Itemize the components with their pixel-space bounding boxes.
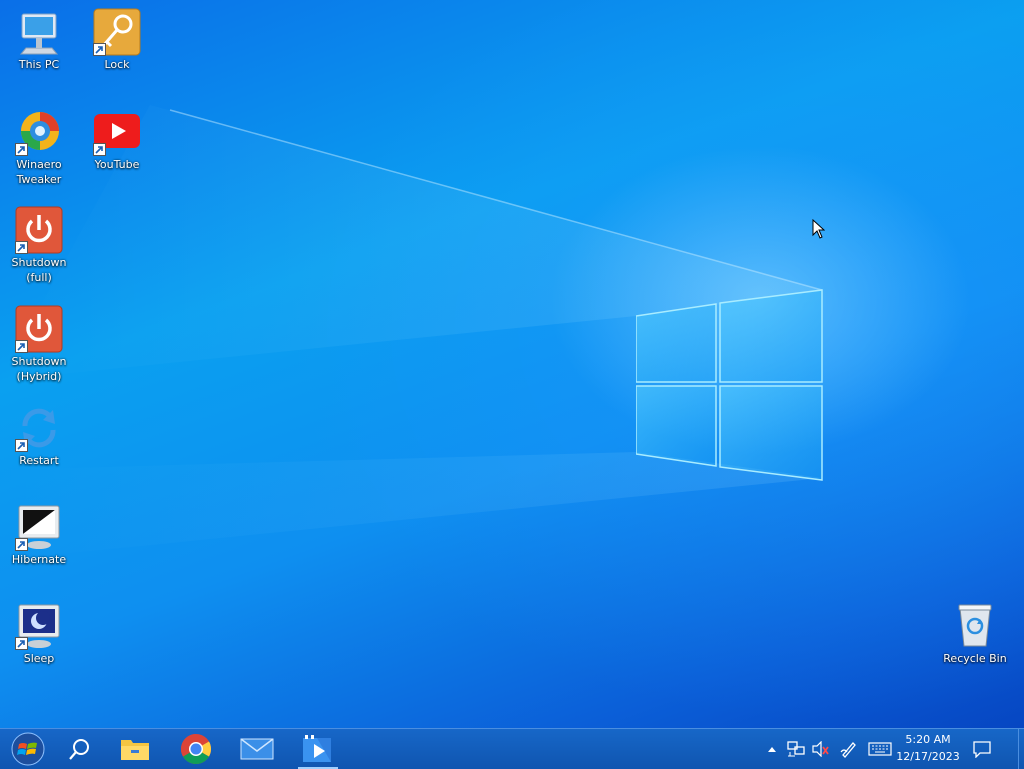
desktop-icon-label: Recycle Bin (943, 652, 1007, 665)
taskbar-file-explorer[interactable] (107, 729, 163, 769)
key-icon (93, 8, 141, 56)
windows-logo (636, 289, 823, 481)
desktop-icon-label: YouTube (94, 158, 140, 171)
shortcut-arrow-icon (93, 143, 106, 156)
clock-time: 5:20 AM (905, 733, 951, 746)
desktop-icon-label: Restart (19, 454, 59, 467)
desktop-icon-hibernate[interactable]: Hibernate (0, 503, 78, 567)
mail-icon (240, 738, 274, 760)
shortcut-arrow-icon (15, 439, 28, 452)
desktop-icon-sleep[interactable]: Sleep (0, 602, 78, 666)
taskbar-media-player[interactable] (290, 729, 346, 769)
desktop-icon-label: Hibernate (11, 553, 67, 566)
network-tray-button[interactable] (785, 729, 807, 769)
shortcut-arrow-icon (93, 43, 106, 56)
show-desktop-button[interactable] (1018, 729, 1024, 769)
desktop-icon-label: Sleep (23, 652, 55, 665)
desktop[interactable]: This PC Lock Winaero Tweaker YouTube Shu… (0, 0, 1024, 728)
network-icon (787, 741, 805, 757)
desktop-icon-recycle-bin[interactable]: Recycle Bin (936, 602, 1014, 666)
chrome-icon (180, 734, 212, 765)
winaero-tweaker-icon (15, 108, 63, 156)
notification-icon (973, 741, 991, 758)
desktop-icon-label: Shutdown (full) (11, 256, 67, 284)
taskbar-chrome[interactable] (168, 729, 224, 769)
media-player-icon (303, 735, 331, 762)
keyboard-icon (868, 742, 892, 756)
desktop-icon-winaero-tweaker[interactable]: Winaero Tweaker (0, 108, 78, 187)
hibernate-icon (15, 503, 63, 551)
start-button[interactable] (0, 729, 56, 769)
search-button[interactable] (52, 729, 108, 769)
desktop-icon-shutdown-hybrid[interactable]: Shutdown (Hybrid) (0, 305, 78, 384)
clock-date: 12/17/2023 (896, 750, 960, 763)
power-icon (15, 305, 63, 353)
pen-icon (840, 742, 856, 758)
recycle-bin-icon (951, 602, 999, 650)
desktop-icon-youtube[interactable]: YouTube (78, 108, 156, 172)
restart-icon (15, 404, 63, 452)
show-hidden-icons-button[interactable] (764, 729, 780, 769)
taskbar-mail[interactable] (229, 729, 285, 769)
desktop-icon-label: This PC (18, 58, 60, 71)
desktop-icon-label: Winaero Tweaker (16, 158, 62, 186)
shortcut-arrow-icon (15, 637, 28, 650)
shortcut-arrow-icon (15, 143, 28, 156)
taskbar: 5:20 AM 12/17/2023 (0, 728, 1024, 769)
search-icon (69, 739, 89, 760)
mouse-cursor (812, 219, 825, 239)
sleep-icon (15, 602, 63, 650)
shortcut-arrow-icon (15, 340, 28, 353)
desktop-icon-shutdown-full[interactable]: Shutdown (full) (0, 206, 78, 285)
desktop-icon-this-pc[interactable]: This PC (0, 8, 78, 72)
action-center-button[interactable] (968, 729, 996, 769)
shortcut-arrow-icon (15, 241, 28, 254)
desktop-icon-label: Shutdown (Hybrid) (11, 355, 67, 383)
this-pc-icon (15, 8, 63, 56)
start-orb-icon (11, 732, 45, 766)
desktop-icon-label: Lock (104, 58, 130, 71)
clock[interactable]: 5:20 AM 12/17/2023 (890, 731, 966, 767)
power-icon (15, 206, 63, 254)
youtube-icon (93, 108, 141, 156)
chevron-up-icon (768, 747, 776, 752)
volume-tray-button[interactable] (810, 729, 832, 769)
shortcut-arrow-icon (15, 538, 28, 551)
file-explorer-icon (121, 740, 149, 760)
desktop-icon-restart[interactable]: Restart (0, 404, 78, 468)
desktop-icon-lock[interactable]: Lock (78, 8, 156, 72)
volume-muted-icon (812, 741, 829, 757)
pen-tray-button[interactable] (838, 729, 860, 769)
